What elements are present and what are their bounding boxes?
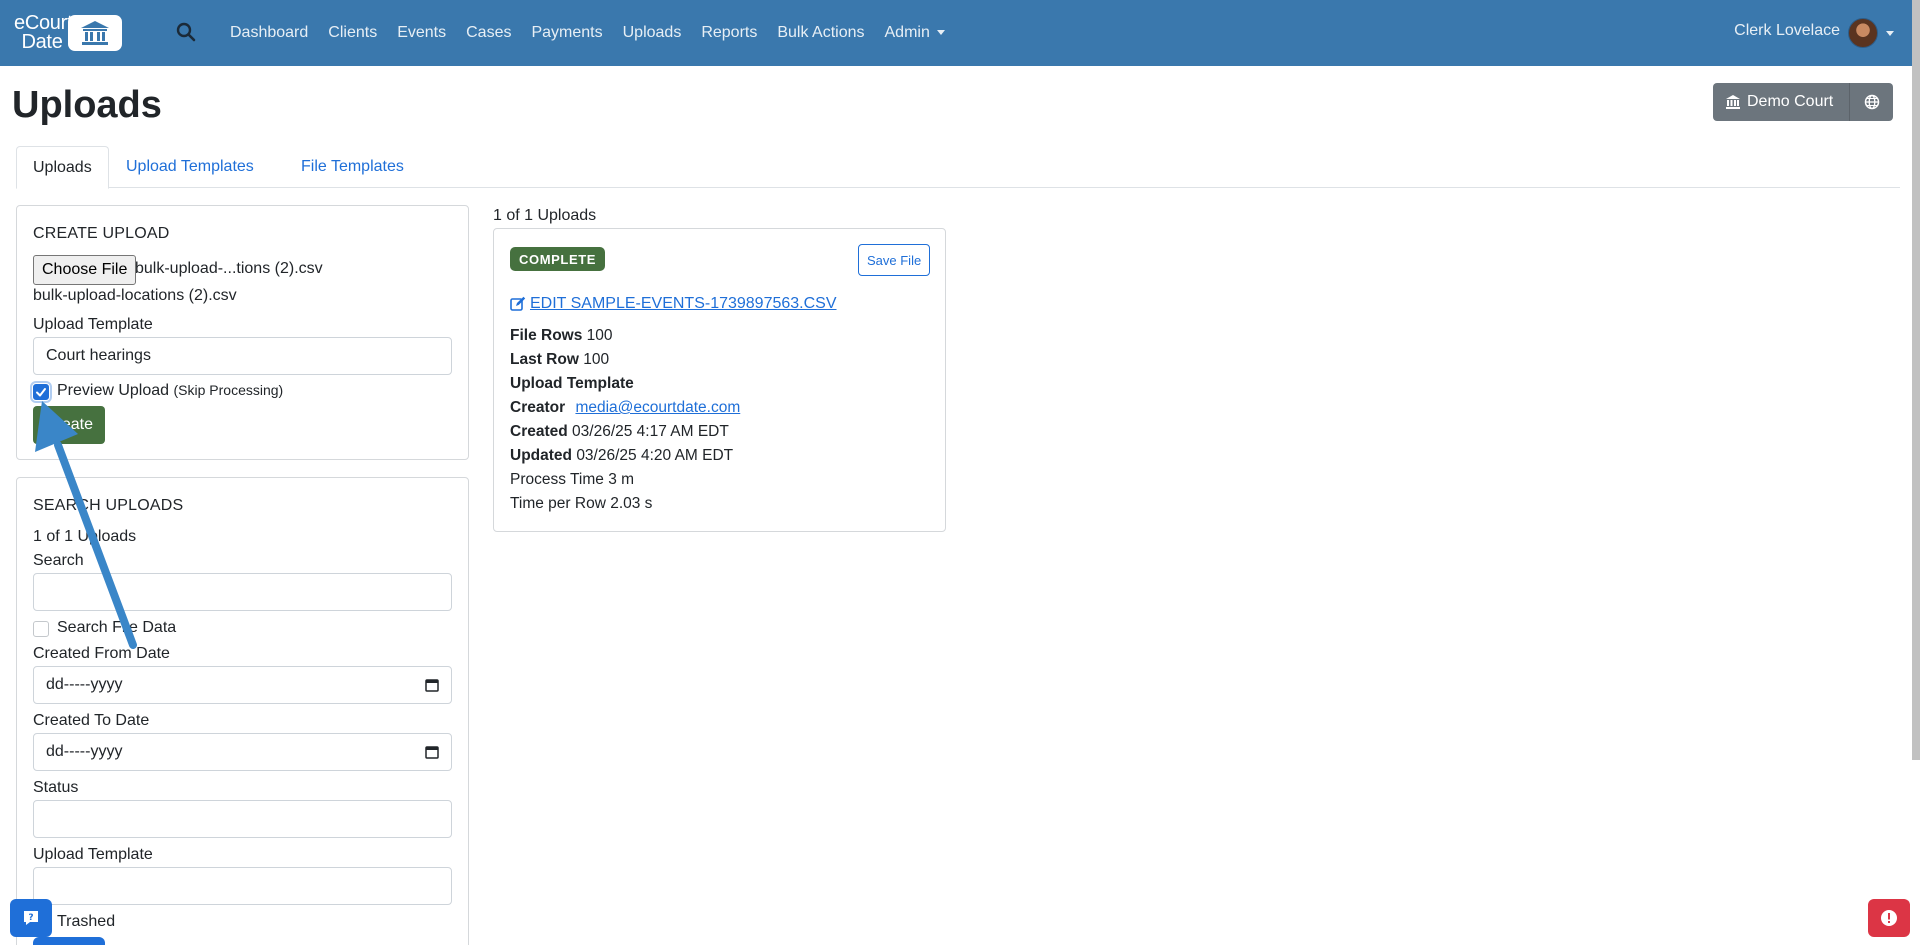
created-label: Created [510, 423, 568, 440]
last-row-label: Last Row [510, 351, 579, 368]
created-row: Created 03/26/25 4:17 AM EDT [510, 423, 729, 441]
language-button[interactable] [1850, 83, 1894, 121]
upload-template-select[interactable]: Court hearings [33, 337, 452, 375]
file-rows-value: 100 [586, 327, 613, 344]
tab-upload-templates[interactable]: Upload Templates [110, 146, 270, 188]
updated-label: Updated [510, 447, 572, 464]
nav-admin-dropdown[interactable]: Admin [885, 24, 945, 42]
avatar[interactable] [1848, 18, 1878, 48]
logo-text: eCourt Date [14, 12, 73, 53]
edit-upload-link-text: EDIT SAMPLE-EVENTS-1739897563.CSV [530, 295, 837, 312]
main-nav: Dashboard Clients Events Cases Payments … [230, 0, 965, 66]
upload-template-row: Upload Template [510, 375, 634, 393]
alert-button[interactable] [1868, 899, 1910, 937]
globe-icon [1864, 94, 1879, 110]
nav-dashboard[interactable]: Dashboard [230, 24, 308, 42]
file-rows-label: File Rows [510, 327, 583, 344]
search-upload-template-label: Upload Template [33, 846, 153, 863]
search-file-data-label: Search File Data [57, 619, 177, 636]
chat-button[interactable]: ? [10, 899, 52, 937]
nav-payments[interactable]: Payments [531, 24, 602, 42]
search-file-data-checkbox[interactable] [33, 621, 49, 637]
court-button-group: Demo Court [1713, 83, 1894, 121]
chat-icon: ? [24, 911, 38, 925]
search-button[interactable] [33, 937, 105, 945]
choose-file-button[interactable]: Choose File [33, 255, 137, 285]
process-time: Process Time 3 m [510, 471, 635, 488]
created-from-label: Created From Date [33, 645, 170, 662]
courthouse-icon [68, 15, 122, 51]
preview-upload-text: Preview Upload [57, 382, 170, 399]
updated-row: Updated 03/26/25 4:20 AM EDT [510, 447, 733, 465]
chevron-down-icon[interactable] [1886, 31, 1894, 36]
created-to-placeholder: dd-----yyyy [46, 743, 123, 760]
chevron-down-icon [936, 30, 945, 36]
checkmark-icon [36, 388, 46, 397]
create-button[interactable]: Create [33, 406, 105, 444]
nav-bulk-actions[interactable]: Bulk Actions [777, 24, 864, 42]
tab-uploads[interactable]: Uploads [16, 146, 109, 189]
demo-court-label: Demo Court [1747, 93, 1834, 110]
updated-value: 03/26/25 4:20 AM EDT [576, 447, 734, 464]
alert-icon [1881, 910, 1897, 926]
save-file-button[interactable]: Save File [858, 244, 931, 276]
selected-file-name: bulk-upload-...tions (2).csv [135, 260, 323, 277]
nav-admin-label: Admin [884, 24, 930, 41]
search-input[interactable] [33, 573, 452, 611]
edit-upload-link[interactable]: EDIT SAMPLE-EVENTS-1739897563.CSV [510, 295, 837, 313]
preview-upload-checkbox[interactable] [30, 381, 52, 403]
upload-result-card: COMPLETE Save File EDIT SAMPLE-EVENTS-17… [493, 228, 946, 532]
create-upload-title: CREATE UPLOAD [33, 225, 170, 242]
search-uploads-title: SEARCH UPLOADS [33, 497, 184, 514]
creator-email-link[interactable]: media@ecourtdate.com [575, 399, 740, 416]
status-label: Status [33, 779, 79, 796]
tab-file-templates[interactable]: File Templates [285, 146, 420, 188]
upload-tabs: Uploads Upload Templates File Templates [16, 146, 1900, 189]
nav-events[interactable]: Events [397, 24, 446, 42]
page-title: Uploads [12, 84, 162, 126]
demo-court-button[interactable]: Demo Court [1713, 83, 1851, 121]
upload-template-label: Upload Template [33, 316, 153, 333]
courthouse-icon [1726, 95, 1740, 109]
file-rows-row: File Rows 100 [510, 327, 613, 345]
calendar-icon[interactable] [425, 745, 439, 759]
calendar-icon[interactable] [425, 678, 439, 692]
created-to-label: Created To Date [33, 712, 150, 729]
ecourtdate-logo[interactable]: eCourt Date [14, 12, 122, 53]
page-scrollbar[interactable] [1912, 0, 1920, 760]
time-per-row: Time per Row 2.03 s [510, 495, 653, 512]
search-label: Search [33, 552, 84, 569]
svg-text:?: ? [28, 913, 33, 923]
create-upload-card: CREATE UPLOAD Choose File bulk-upload-..… [16, 205, 469, 460]
nav-uploads[interactable]: Uploads [623, 24, 682, 42]
nav-clients[interactable]: Clients [328, 24, 377, 42]
search-upload-template-select[interactable] [33, 867, 452, 905]
nav-cases[interactable]: Cases [466, 24, 511, 42]
nav-reports[interactable]: Reports [701, 24, 757, 42]
status-badge: COMPLETE [510, 247, 606, 271]
status-select[interactable] [33, 800, 452, 838]
top-navbar: eCourt Date Dashboard Clients Events Cas… [0, 0, 1920, 66]
created-from-date-input[interactable]: dd-----yyyy [33, 666, 452, 704]
results-count: 1 of 1 Uploads [493, 207, 597, 224]
skip-processing-note: (Skip Processing) [173, 382, 284, 398]
created-to-date-input[interactable]: dd-----yyyy [33, 733, 452, 771]
search-icon[interactable] [176, 22, 196, 42]
creator-label: Creator [510, 399, 566, 416]
trashed-label: Trashed [57, 913, 116, 930]
search-uploads-card: SEARCH UPLOADS 1 of 1 Uploads Search Sea… [16, 477, 469, 945]
upload-template-row-label: Upload Template [510, 375, 634, 392]
last-row-row: Last Row 100 [510, 351, 609, 369]
last-row-value: 100 [583, 351, 610, 368]
user-name[interactable]: Clerk Lovelace [1734, 22, 1840, 40]
creator-row: Creator media@ecourtdate.com [510, 399, 740, 417]
created-value: 03/26/25 4:17 AM EDT [572, 423, 729, 440]
selected-file-full-name: bulk-upload-locations (2).csv [33, 287, 237, 304]
created-from-placeholder: dd-----yyyy [46, 676, 123, 693]
preview-upload-label: Preview Upload (Skip Processing) [57, 382, 283, 400]
search-uploads-count: 1 of 1 Uploads [33, 528, 137, 545]
edit-icon [510, 296, 526, 311]
